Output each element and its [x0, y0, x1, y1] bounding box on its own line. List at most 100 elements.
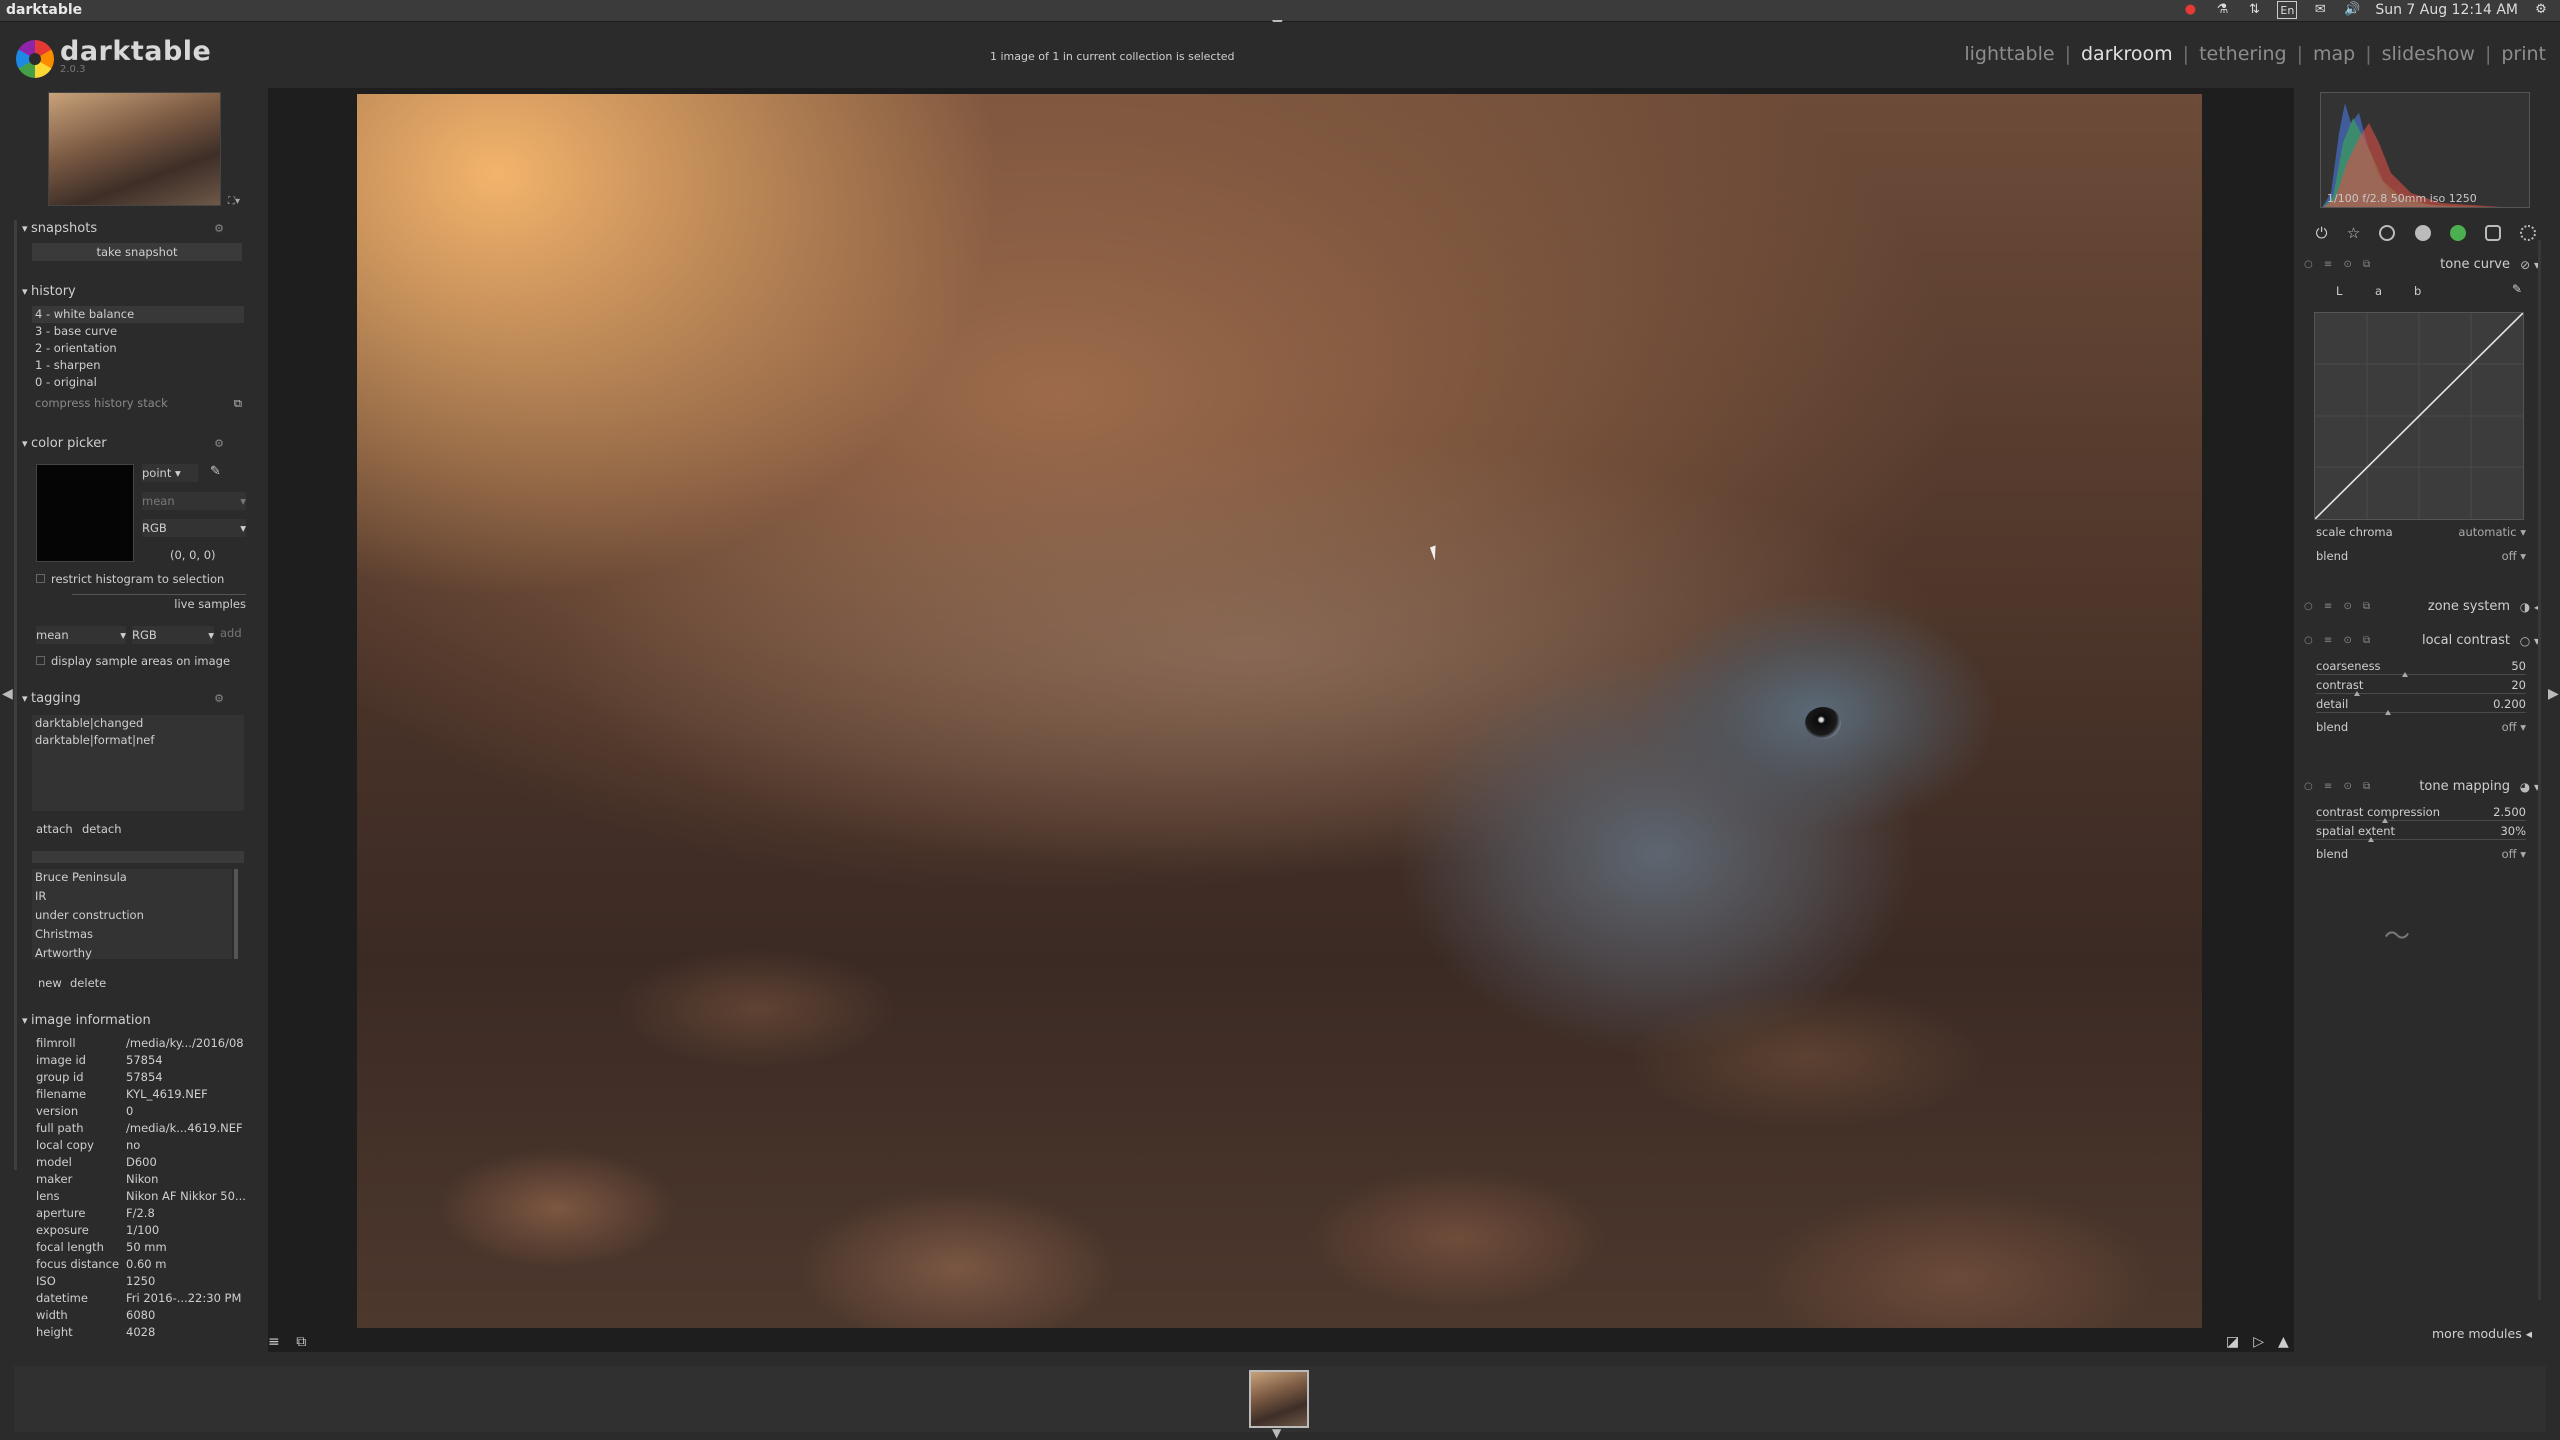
- picker-statistic-select[interactable]: mean ▾: [142, 492, 246, 510]
- color-group-icon[interactable]: [2449, 225, 2466, 241]
- input-method-indicator[interactable]: En: [2277, 1, 2298, 19]
- histogram[interactable]: 1/100 f/2.8 50mm iso 1250: [2320, 92, 2530, 208]
- zoom-fit-icon[interactable]: ⛶▾: [228, 196, 240, 207]
- attached-tag[interactable]: darktable|changed: [32, 715, 244, 732]
- right-panel-scrollbar[interactable]: [2538, 240, 2541, 1300]
- color-picker-presets-icon[interactable]: ⚙: [214, 437, 224, 450]
- dictionary-tag[interactable]: Bruce Peninsula: [32, 869, 232, 888]
- history-item[interactable]: 4 - white balance: [32, 306, 244, 323]
- favorites-star-icon[interactable]: ☆: [2347, 224, 2360, 242]
- view-tethering[interactable]: tethering: [2199, 43, 2287, 65]
- left-panel-scrollbar[interactable]: [14, 220, 17, 1170]
- tone-mapping-blend-combo[interactable]: blend off ▾: [2302, 842, 2546, 866]
- restrict-histogram-checkbox[interactable]: restrict histogram to selection: [36, 572, 224, 586]
- darktable-logo-icon: [16, 40, 54, 78]
- spatial-extent-slider[interactable]: spatial extent 30%: [2302, 823, 2546, 842]
- new-tag-button[interactable]: new: [38, 976, 62, 990]
- history-item[interactable]: 3 - base curve: [32, 323, 244, 340]
- coarseness-slider[interactable]: coarseness 50: [2302, 658, 2546, 677]
- filmstrip-thumbnail[interactable]: [1249, 1370, 1309, 1428]
- dictionary-tag[interactable]: Artworthy: [32, 945, 232, 964]
- view-map[interactable]: map: [2313, 43, 2355, 65]
- add-sample-button[interactable]: add: [220, 626, 242, 640]
- tag-list-scrollbar[interactable]: [234, 869, 238, 959]
- settings-gear-icon[interactable]: ⚙: [2532, 1, 2550, 19]
- zone-system-icon: ◑ ◂: [2519, 600, 2540, 614]
- tab-a[interactable]: a: [2375, 284, 2382, 298]
- history-item[interactable]: 1 - sharpen: [32, 357, 244, 374]
- view-slideshow[interactable]: slideshow: [2382, 43, 2475, 65]
- color-assessment-icon[interactable]: ◪: [2226, 1334, 2239, 1350]
- zone-system-header[interactable]: ○ ≡ ⊙ ⧉ zone system ◑ ◂: [2302, 596, 2546, 618]
- softproof-icon[interactable]: ▷: [2253, 1334, 2264, 1350]
- effects-group-icon[interactable]: [2520, 225, 2537, 241]
- tab-b[interactable]: b: [2414, 284, 2421, 298]
- active-modules-power-icon[interactable]: ⏻: [2316, 224, 2328, 242]
- picker-mode-select[interactable]: point ▾: [142, 464, 198, 482]
- tone-curve-blend-combo[interactable]: blend off ▾: [2302, 544, 2546, 568]
- tab-L[interactable]: L: [2336, 284, 2342, 298]
- left-panel-collapse-icon[interactable]: ◀: [2, 686, 13, 702]
- bottom-panel-collapse-icon[interactable]: ▼: [1272, 1426, 1281, 1440]
- gamut-check-icon[interactable]: ▲: [2278, 1334, 2289, 1350]
- dictionary-tag[interactable]: IR: [32, 888, 232, 907]
- history-copy-icon[interactable]: ⧉: [234, 395, 242, 412]
- display-sample-areas-checkbox[interactable]: display sample areas on image: [36, 654, 230, 668]
- module-controls-icon[interactable]: ○ ≡ ⊙ ⧉: [2304, 776, 2374, 798]
- delete-tag-button[interactable]: delete: [70, 976, 106, 990]
- view-darkroom[interactable]: darkroom: [2081, 43, 2173, 65]
- take-snapshot-button[interactable]: take snapshot: [32, 243, 242, 261]
- mail-icon[interactable]: ✉: [2311, 1, 2329, 19]
- tagging-presets-icon[interactable]: ⚙: [214, 692, 224, 705]
- info-value: no: [126, 1138, 141, 1152]
- local-contrast-header[interactable]: ○ ≡ ⊙ ⧉ local contrast ○ ▾: [2302, 630, 2546, 652]
- local-contrast-blend-combo[interactable]: blend off ▾: [2302, 715, 2546, 739]
- module-controls-icon[interactable]: ○ ≡ ⊙ ⧉: [2304, 630, 2374, 652]
- history-header[interactable]: history: [22, 282, 254, 302]
- attach-button[interactable]: attach: [36, 822, 73, 836]
- tone-curve-picker-icon[interactable]: ✎: [2512, 282, 2522, 296]
- main-image[interactable]: [357, 94, 2202, 1328]
- color-picker-eyedropper-icon[interactable]: ✎: [210, 464, 221, 479]
- network-icon[interactable]: ⇅: [2245, 1, 2263, 19]
- quick-access-menu-icon[interactable]: ≡: [268, 1334, 280, 1350]
- history-item[interactable]: 0 - original: [32, 374, 244, 391]
- detail-slider[interactable]: detail 0.200: [2302, 696, 2546, 715]
- view-lighttable[interactable]: lighttable: [1964, 43, 2054, 65]
- attached-tag[interactable]: darktable|format|nef: [32, 732, 244, 749]
- flask-icon[interactable]: ⚗: [2213, 1, 2231, 19]
- color-picker-section: color picker ⚙ point ▾ ✎ mean▾ RGB▾ (0, …: [22, 434, 254, 668]
- view-print[interactable]: print: [2501, 43, 2546, 65]
- history-item[interactable]: 2 - orientation: [32, 340, 244, 357]
- record-icon[interactable]: ●: [2181, 1, 2199, 19]
- dictionary-tag[interactable]: Christmas: [32, 926, 232, 945]
- scale-chroma-combo[interactable]: scale chroma automatic ▾: [2302, 520, 2546, 544]
- right-panel-collapse-icon[interactable]: ▶: [2548, 686, 2559, 702]
- image-information-header[interactable]: image information: [22, 1011, 254, 1031]
- module-controls-icon[interactable]: ○ ≡ ⊙ ⧉: [2304, 254, 2374, 276]
- navigation-thumbnail[interactable]: [48, 92, 221, 206]
- bottom-right-tools: ◪ ▷ ▲: [2226, 1334, 2289, 1350]
- dictionary-tag[interactable]: under construction: [32, 907, 232, 926]
- correction-group-icon[interactable]: [2485, 225, 2502, 241]
- tone-curve-graph[interactable]: [2314, 312, 2524, 520]
- snapshots-presets-icon[interactable]: ⚙: [214, 222, 224, 235]
- tag-search-input[interactable]: [32, 851, 244, 863]
- compress-history-button[interactable]: compress history stack ⧉: [32, 395, 244, 412]
- contrast-slider[interactable]: contrast 20: [2302, 677, 2546, 696]
- detach-button[interactable]: detach: [82, 822, 122, 836]
- live-sample-colormodel-select[interactable]: RGB ▾: [132, 626, 214, 644]
- tone-mapping-header[interactable]: ○ ≡ ⊙ ⧉ tone mapping ◕ ▾: [2302, 776, 2546, 798]
- picker-colormodel-select[interactable]: RGB ▾: [142, 519, 246, 537]
- contrast-compression-slider[interactable]: contrast compression 2.500: [2302, 804, 2546, 823]
- live-sample-statistic-select[interactable]: mean ▾: [36, 626, 126, 644]
- module-controls-icon[interactable]: ○ ≡ ⊙ ⧉: [2304, 596, 2374, 618]
- more-modules-button[interactable]: more modules ◂: [2432, 1326, 2532, 1341]
- tone-group-icon[interactable]: [2414, 225, 2431, 241]
- styles-icon[interactable]: ⧉: [296, 1334, 306, 1350]
- basic-group-icon[interactable]: [2379, 225, 2396, 241]
- volume-icon[interactable]: 🔊: [2343, 1, 2361, 19]
- clock[interactable]: Sun 7 Aug 12:14 AM: [2375, 2, 2518, 18]
- tone-curve-header[interactable]: ○ ≡ ⊙ ⧉ tone curve ⊘ ▾: [2302, 254, 2546, 276]
- info-row: maker Nikon: [36, 1171, 256, 1188]
